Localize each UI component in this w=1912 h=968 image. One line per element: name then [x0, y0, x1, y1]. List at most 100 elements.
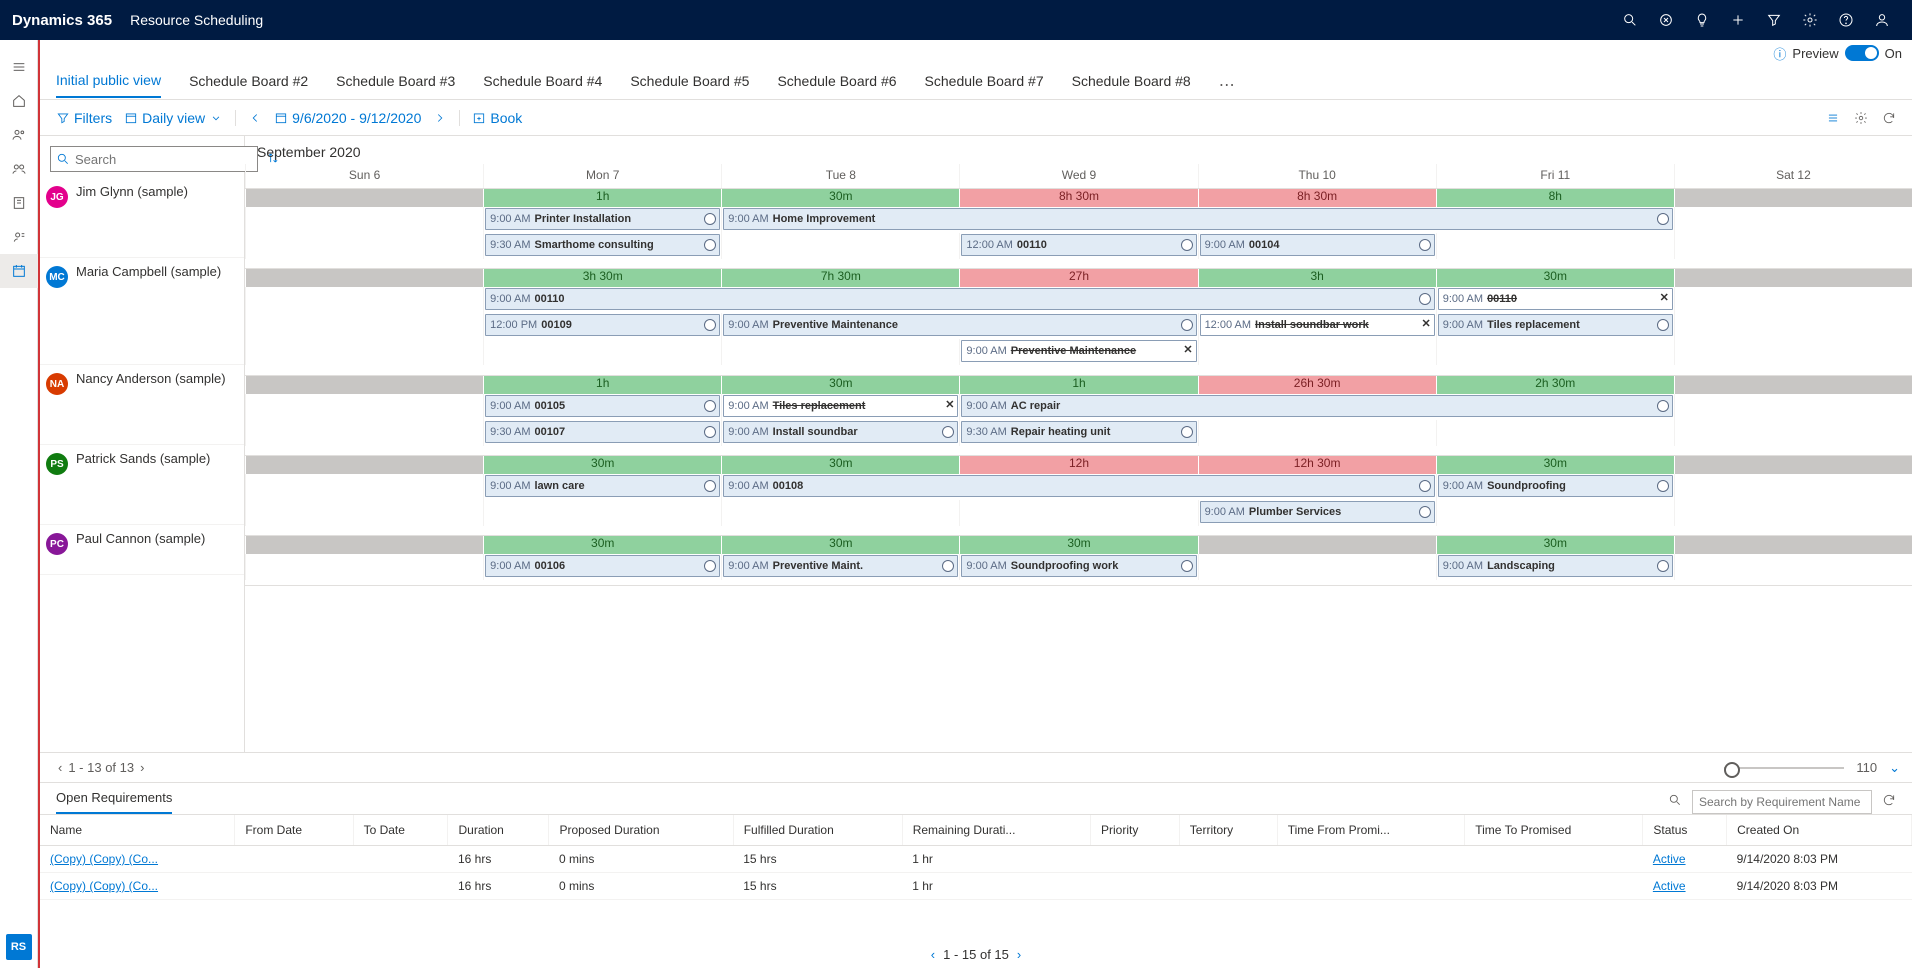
refresh-icon[interactable]	[1882, 793, 1896, 810]
avatar: PS	[46, 453, 68, 475]
requirement-search-input[interactable]	[1692, 790, 1872, 814]
org-icon[interactable]	[0, 186, 38, 220]
date-range-button[interactable]: 9/6/2020 - 9/12/2020	[274, 110, 421, 126]
resource-row[interactable]: PCPaul Cannon (sample)	[40, 525, 244, 575]
search-icon[interactable]	[1668, 793, 1682, 810]
table-row[interactable]: (Copy) (Copy) (Co...16 hrs0 mins15 hrs1 …	[40, 846, 1912, 873]
booking-item[interactable]: 12:00 AMInstall soundbar work✕	[1200, 314, 1435, 336]
column-header[interactable]: Fulfilled Duration	[733, 815, 902, 846]
resource-row[interactable]: MCMaria Campbell (sample)	[40, 258, 244, 365]
booking-item[interactable]: 9:30 AM00107	[485, 421, 720, 443]
resource-row[interactable]: NANancy Anderson (sample)	[40, 365, 244, 445]
booking-time: 9:00 AM	[1443, 560, 1483, 572]
filters-button[interactable]: Filters	[56, 110, 112, 126]
booking-item[interactable]: 9:00 AMPreventive Maintenance✕	[961, 340, 1196, 362]
list-icon[interactable]	[1826, 111, 1840, 125]
booking-item[interactable]: 9:00 AM00104	[1200, 234, 1435, 256]
gear-icon[interactable]	[1792, 0, 1828, 40]
booking-item[interactable]: 9:00 AM00110✕	[1438, 288, 1673, 310]
booking-item[interactable]: 9:00 AMLandscaping	[1438, 555, 1673, 577]
contact-icon[interactable]	[0, 220, 38, 254]
booking-item[interactable]: 9:30 AMSmarthome consulting	[485, 234, 720, 256]
booking-item[interactable]: 9:00 AM00106	[485, 555, 720, 577]
booking-item[interactable]: 9:00 AMTiles replacement✕	[723, 395, 958, 417]
zoom-slider[interactable]	[1724, 767, 1844, 769]
column-header[interactable]: Proposed Duration	[549, 815, 733, 846]
lightbulb-icon[interactable]	[1684, 0, 1720, 40]
search-icon[interactable]	[1612, 0, 1648, 40]
timeline[interactable]: September 2020 Sun 6Mon 7Tue 8Wed 9Thu 1…	[245, 136, 1912, 752]
help-icon[interactable]	[1828, 0, 1864, 40]
booking-item[interactable]: 9:00 AMHome Improvement	[723, 208, 1673, 230]
column-header[interactable]: Duration	[448, 815, 549, 846]
menu-icon[interactable]	[0, 50, 38, 84]
pager-prev-button[interactable]: ‹	[52, 760, 68, 775]
view-dropdown[interactable]: Daily view	[124, 110, 223, 126]
assistant-icon[interactable]	[1648, 0, 1684, 40]
column-header[interactable]: To Date	[353, 815, 448, 846]
settings-icon[interactable]	[1854, 111, 1868, 125]
column-header[interactable]: Time From Promi...	[1277, 815, 1465, 846]
booking-item[interactable]: 9:00 AMSoundproofing	[1438, 475, 1673, 497]
home-icon[interactable]	[0, 84, 38, 118]
column-header[interactable]: Created On	[1727, 815, 1912, 846]
filter-icon[interactable]	[1756, 0, 1792, 40]
column-header[interactable]: From Date	[235, 815, 353, 846]
team-icon[interactable]	[0, 152, 38, 186]
tab-open-requirements[interactable]: Open Requirements	[56, 790, 172, 814]
tab-board-6[interactable]: Schedule Board #7	[925, 73, 1044, 97]
req-prev-button[interactable]: ‹	[931, 947, 935, 962]
booking-item[interactable]: 9:00 AMAC repair	[961, 395, 1672, 417]
booking-item[interactable]: 9:00 AMSoundproofing work	[961, 555, 1196, 577]
column-header[interactable]: Priority	[1091, 815, 1180, 846]
tab-board-4[interactable]: Schedule Board #5	[630, 73, 749, 97]
prev-range-button[interactable]	[248, 111, 262, 125]
booking-item[interactable]: 9:00 AMPlumber Services	[1200, 501, 1435, 523]
booking-item[interactable]: 9:00 AMInstall soundbar	[723, 421, 958, 443]
booking-title: Smarthome consulting	[535, 239, 654, 251]
more-tabs-button[interactable]: ⋯	[1219, 75, 1235, 95]
chevron-down-icon[interactable]: ⌄	[1889, 760, 1900, 776]
resource-row[interactable]: JGJim Glynn (sample)	[40, 178, 244, 258]
tab-board-1[interactable]: Schedule Board #2	[189, 73, 308, 97]
booking-item[interactable]: 9:00 AMPrinter Installation	[485, 208, 720, 230]
day-column-header: Tue 8	[721, 164, 959, 188]
booking-item[interactable]: 12:00 AM00110	[961, 234, 1196, 256]
tab-board-3[interactable]: Schedule Board #4	[483, 73, 602, 97]
people-icon[interactable]	[0, 118, 38, 152]
column-header[interactable]: Territory	[1179, 815, 1277, 846]
calendar-icon[interactable]	[0, 254, 38, 288]
column-header[interactable]: Status	[1643, 815, 1727, 846]
column-header[interactable]: Time To Promised	[1465, 815, 1643, 846]
req-next-button[interactable]: ›	[1017, 947, 1021, 962]
booking-item[interactable]: 9:30 AMRepair heating unit	[961, 421, 1196, 443]
book-button[interactable]: Book	[472, 110, 522, 126]
table-row[interactable]: (Copy) (Copy) (Co...16 hrs0 mins15 hrs1 …	[40, 873, 1912, 900]
booking-item[interactable]: 12:00 PM00109	[485, 314, 720, 336]
app-switcher-button[interactable]: RS	[6, 934, 32, 960]
column-header[interactable]: Name	[40, 815, 235, 846]
booking-title: Soundproofing work	[1011, 560, 1119, 572]
booking-item[interactable]: 9:00 AMPreventive Maintenance	[723, 314, 1196, 336]
booking-item[interactable]: 9:00 AM00108	[723, 475, 1434, 497]
day-header: Sun 6Mon 7Tue 8Wed 9Thu 10Fri 11Sat 12	[245, 164, 1912, 189]
plus-icon[interactable]	[1720, 0, 1756, 40]
tab-board-2[interactable]: Schedule Board #3	[336, 73, 455, 97]
resource-row[interactable]: PSPatrick Sands (sample)	[40, 445, 244, 525]
preview-toggle[interactable]	[1845, 45, 1879, 61]
tab-board-7[interactable]: Schedule Board #8	[1072, 73, 1191, 97]
booking-item[interactable]: 9:00 AMlawn care	[485, 475, 720, 497]
booking-item[interactable]: 9:00 AMTiles replacement	[1438, 314, 1673, 336]
booking-title: 00110	[1487, 293, 1517, 305]
tab-board-0[interactable]: Initial public view	[56, 72, 161, 98]
person-icon[interactable]	[1864, 0, 1900, 40]
booking-item[interactable]: 9:00 AM00110	[485, 288, 1435, 310]
column-header[interactable]: Remaining Durati...	[902, 815, 1090, 846]
next-range-button[interactable]	[433, 111, 447, 125]
pager-next-button[interactable]: ›	[134, 760, 150, 775]
refresh-icon[interactable]	[1882, 111, 1896, 125]
booking-item[interactable]: 9:00 AMPreventive Maint.	[723, 555, 958, 577]
resource-search-input[interactable]	[50, 146, 258, 172]
tab-board-5[interactable]: Schedule Board #6	[777, 73, 896, 97]
booking-item[interactable]: 9:00 AM00105	[485, 395, 720, 417]
